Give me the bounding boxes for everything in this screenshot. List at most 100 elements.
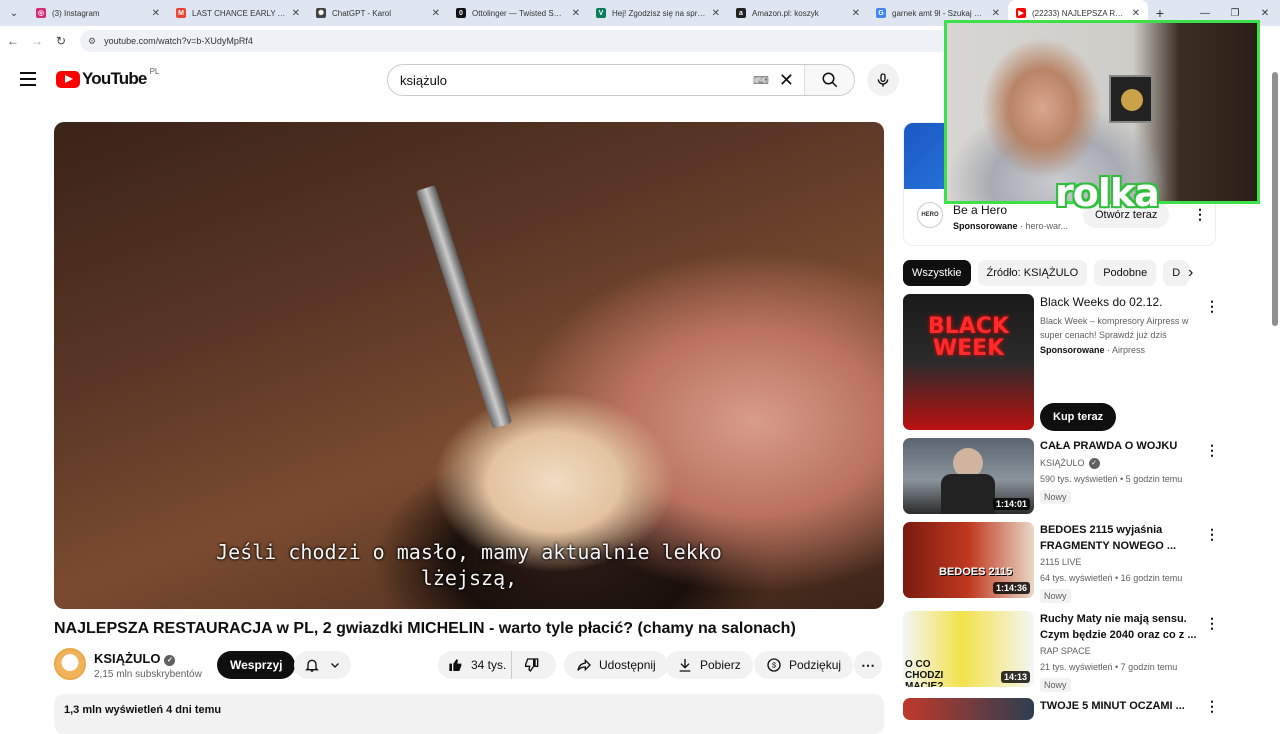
rec-title[interactable]: CAŁA PRAWDA O WOJKU bbox=[1040, 438, 1200, 454]
browser-tab[interactable]: V Hej! Zgodzisz się na sprzedaż ✕ bbox=[588, 0, 728, 26]
ad-domain: hero-war... bbox=[1025, 221, 1069, 231]
rec-ad-cta-button[interactable]: Kup teraz bbox=[1040, 403, 1117, 431]
tab-close-icon[interactable]: ✕ bbox=[572, 8, 580, 19]
ad-title[interactable]: Be a Hero bbox=[953, 203, 1007, 217]
youtube-logo[interactable]: YouTube PL bbox=[56, 66, 160, 89]
channel-avatar[interactable] bbox=[54, 648, 86, 680]
rec-thumbnail[interactable]: BEDOES 2115 1:14:36 bbox=[903, 522, 1034, 598]
microphone-icon bbox=[877, 73, 889, 87]
rec-thumbnail[interactable] bbox=[903, 698, 1034, 720]
recommendation-item[interactable]: O CO CHODZI MACIE? 14:13 Ruchy Maty nie … bbox=[903, 611, 1219, 692]
rec-title[interactable]: Ruchy Maty nie mają sensu. Czym będzie 2… bbox=[1040, 611, 1200, 643]
browser-tab[interactable]: a Amazon.pl: koszyk ✕ bbox=[728, 0, 868, 26]
share-label: Udostępnij bbox=[599, 658, 656, 672]
rec-ad-sponsor-line: Sponsorowane · Airpress bbox=[1040, 345, 1146, 355]
tab-search-icon[interactable]: ⌄ bbox=[0, 0, 28, 26]
site-info-icon[interactable]: ⚙ bbox=[88, 36, 96, 47]
filter-chip[interactable]: Źródło: KSIĄŻULO bbox=[977, 260, 1088, 286]
tab-close-icon[interactable]: ✕ bbox=[152, 8, 160, 19]
filter-chip[interactable]: Podobne bbox=[1094, 260, 1157, 286]
download-button[interactable]: Pobierz bbox=[665, 651, 753, 679]
page-scrollbar[interactable] bbox=[1271, 60, 1280, 720]
channel-name[interactable]: KSIĄŻULO bbox=[94, 651, 160, 666]
video-frame-knife bbox=[415, 185, 513, 429]
tab-favicon-icon: M bbox=[176, 8, 186, 18]
url-text: youtube.com/watch?v=b-XUdyMpRf4 bbox=[104, 36, 253, 46]
address-bar[interactable]: ⚙ youtube.com/watch?v=b-XUdyMpRf4 bbox=[80, 30, 950, 52]
dislike-button[interactable] bbox=[512, 651, 556, 679]
rec-title[interactable]: BEDOES 2115 wyjaśnia FRAGMENTY NOWEGO ..… bbox=[1040, 522, 1200, 554]
more-vert-icon[interactable]: ⋮ bbox=[1205, 298, 1219, 315]
video-player[interactable]: Jeśli chodzi o masło, mamy aktualnie lek… bbox=[54, 122, 884, 609]
more-vert-icon[interactable]: ⋮ bbox=[1205, 442, 1219, 459]
rec-channel[interactable]: KSIĄŻULO bbox=[1040, 458, 1085, 468]
clear-search-icon[interactable]: ✕ bbox=[779, 70, 794, 91]
rec-thumbnail[interactable]: O CO CHODZI MACIE? 14:13 bbox=[903, 611, 1034, 687]
search-button[interactable] bbox=[804, 65, 854, 95]
tab-favicon-icon: ◎ bbox=[36, 8, 46, 18]
browser-tab[interactable]: M LAST CHANCE EARLY ACCESS ✕ bbox=[168, 0, 308, 26]
recommendation-item[interactable]: BEDOES 2115 1:14:36 BEDOES 2115 wyjaśnia… bbox=[903, 522, 1219, 603]
ad-thumbnail[interactable]: BLACK WEEK bbox=[903, 294, 1034, 430]
rec-channel-row[interactable]: KSIĄŻULO ✓ bbox=[1040, 458, 1100, 469]
video-duration: 1:14:01 bbox=[992, 498, 1030, 510]
browser-tab[interactable]: ✺ ChatGPT - Karol ✕ bbox=[308, 0, 448, 26]
tab-title: Amazon.pl: koszyk bbox=[752, 8, 819, 18]
scrollbar-thumb[interactable] bbox=[1272, 72, 1278, 326]
rec-channel[interactable]: RAP SPACE bbox=[1040, 646, 1091, 656]
browser-tab[interactable]: ◎ (3) Instagram ✕ bbox=[28, 0, 168, 26]
voice-search-button[interactable] bbox=[867, 64, 899, 96]
tab-close-icon[interactable]: ✕ bbox=[432, 8, 440, 19]
search-input[interactable]: książulo bbox=[388, 73, 753, 88]
tab-close-icon[interactable]: ✕ bbox=[992, 8, 1000, 19]
tab-title: (3) Instagram bbox=[52, 8, 100, 18]
thanks-button[interactable]: $ Podziękuj bbox=[754, 651, 854, 679]
filter-chip[interactable]: Wszystkie bbox=[903, 260, 971, 286]
rec-title[interactable]: Black Weeks do 02.12. bbox=[1040, 294, 1200, 310]
tab-close-icon[interactable]: ✕ bbox=[292, 8, 300, 19]
tab-favicon-icon: ✺ bbox=[316, 8, 326, 18]
more-vert-icon[interactable]: ⋮ bbox=[1205, 615, 1219, 632]
video-duration: 14:13 bbox=[1000, 671, 1030, 683]
country-code: PL bbox=[149, 66, 160, 76]
keyboard-icon[interactable]: ⌨ bbox=[753, 74, 769, 87]
more-vert-icon[interactable]: ⋮ bbox=[1205, 526, 1219, 543]
thanks-label: Podziękuj bbox=[789, 658, 842, 672]
back-icon[interactable]: ← bbox=[2, 30, 24, 52]
browser-tab[interactable]: 0 Ottolinger — Twisted Sunglasses ✕ bbox=[448, 0, 588, 26]
recommendation-item[interactable]: 1:14:01 CAŁA PRAWDA O WOJKU KSIĄŻULO ✓ 59… bbox=[903, 438, 1219, 516]
verified-icon: ✓ bbox=[164, 655, 176, 666]
tab-close-icon[interactable]: ✕ bbox=[1132, 8, 1140, 19]
more-vert-icon[interactable]: ⋮ bbox=[1205, 698, 1216, 715]
share-button[interactable]: Udostępnij bbox=[564, 651, 668, 679]
video-owner-row: KSIĄŻULO ✓ 2,15 mln subskrybentów Wesprzy… bbox=[54, 648, 884, 684]
rec-ad-description: Black Week – kompresory Airpress w super… bbox=[1040, 316, 1189, 340]
bell-icon bbox=[305, 659, 320, 672]
rec-thumbnail[interactable]: 1:14:01 bbox=[903, 438, 1034, 514]
views-and-date: 1,3 mln wyświetleń 4 dni temu bbox=[64, 704, 222, 716]
channel-name-row[interactable]: KSIĄŻULO ✓ bbox=[94, 651, 176, 666]
ad-menu-icon[interactable]: ⋮ bbox=[1193, 206, 1207, 223]
reload-icon[interactable]: ↻ bbox=[50, 30, 72, 52]
chevron-right-icon[interactable]: › bbox=[1188, 264, 1193, 282]
tab-close-icon[interactable]: ✕ bbox=[712, 8, 720, 19]
rec-channel[interactable]: 2115 LIVE bbox=[1040, 557, 1081, 567]
more-actions-button[interactable]: ⋯ bbox=[854, 651, 882, 679]
forward-icon[interactable]: → bbox=[26, 30, 48, 52]
tab-title: garnek amt 9l - Szukaj w Google bbox=[892, 8, 986, 18]
filter-chip[interactable]: D bbox=[1163, 260, 1190, 286]
recommendation-item[interactable]: TWOJE 5 MINUT OCZAMI ... ⋮ bbox=[903, 698, 1216, 720]
like-button[interactable]: 34 tys. bbox=[438, 651, 512, 679]
new-badge: Nowy bbox=[1040, 490, 1071, 504]
tab-close-icon[interactable]: ✕ bbox=[852, 8, 860, 19]
tab-favicon-icon: a bbox=[736, 8, 746, 18]
search-icon bbox=[822, 72, 837, 88]
menu-icon[interactable] bbox=[20, 72, 36, 86]
subscribed-bell-button[interactable] bbox=[294, 651, 351, 679]
description-box[interactable]: 1,3 mln wyświetleń 4 dni temu bbox=[54, 694, 884, 734]
subtitle-line-2: lżejszą, bbox=[420, 566, 518, 590]
rec-title[interactable]: TWOJE 5 MINUT OCZAMI ... bbox=[1040, 698, 1200, 714]
sponsored-recommendation[interactable]: BLACK WEEK Black Weeks do 02.12. Black W… bbox=[903, 294, 1219, 431]
new-badge: Nowy bbox=[1040, 589, 1071, 603]
join-button[interactable]: Wesprzyj bbox=[217, 651, 296, 679]
